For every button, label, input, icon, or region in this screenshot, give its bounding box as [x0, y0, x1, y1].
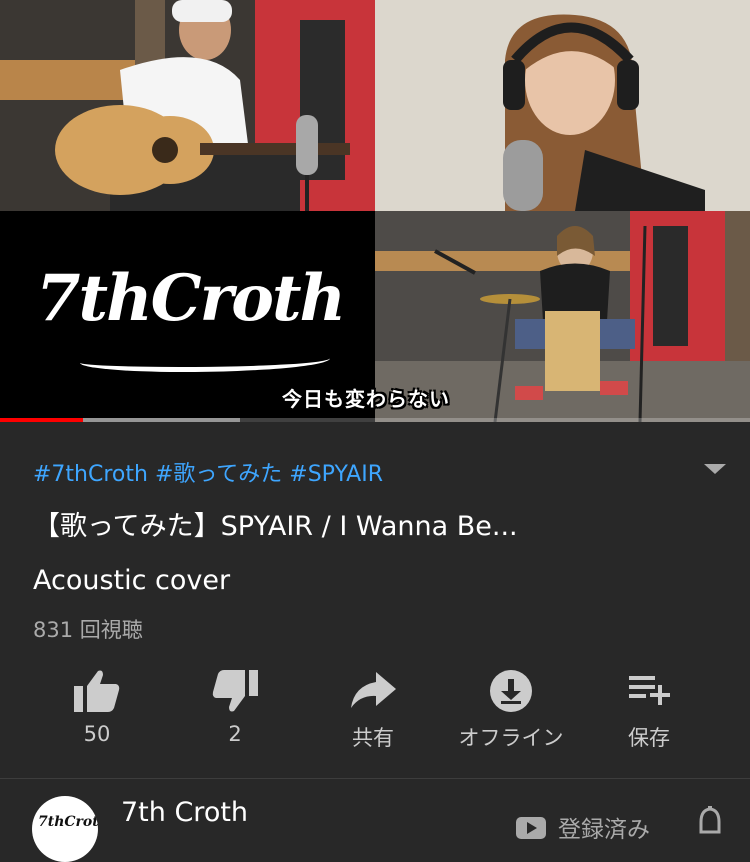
channel-avatar[interactable]: 7thCroth: [32, 796, 98, 862]
subscribed-button[interactable]: 登録済み: [558, 810, 650, 844]
avatar-logo-text: 7thCroth: [38, 814, 98, 830]
download-icon: [490, 670, 532, 712]
like-button[interactable]: 50: [28, 664, 166, 754]
guitarist-scene: [0, 0, 375, 211]
logo-swoosh: [80, 349, 330, 372]
video-subtitle: Acoustic cover: [33, 565, 231, 596]
expand-description-icon[interactable]: [704, 464, 726, 474]
logo-wordmark: 7thCroth: [36, 261, 346, 336]
video-tile-guitarist: [0, 0, 375, 211]
vocalist-scene: [375, 0, 750, 211]
video-title[interactable]: 【歌ってみた】SPYAIR / I Wanna Be...: [33, 504, 518, 543]
action-bar: 50 2 共有 オフライン 保存: [28, 664, 718, 754]
thumbs-up-icon: [74, 670, 120, 712]
progress-played: [0, 418, 83, 422]
dislike-count: 2: [228, 722, 242, 746]
offline-label: オフライン: [458, 726, 564, 750]
bell-icon[interactable]: [697, 806, 723, 838]
save-button[interactable]: 保存: [580, 664, 718, 754]
save-label: 保存: [628, 726, 670, 750]
channel-name[interactable]: 7th Croth: [121, 797, 248, 828]
like-count: 50: [83, 722, 111, 746]
offline-button[interactable]: オフライン: [442, 664, 580, 754]
share-button[interactable]: 共有: [304, 664, 442, 754]
section-divider: [0, 778, 750, 779]
subscriptions-icon: [516, 817, 546, 839]
dislike-button[interactable]: 2: [166, 664, 304, 754]
playlist-add-icon: [629, 676, 670, 705]
video-caption: 今日も変わらない: [282, 387, 450, 411]
thumbs-down-icon: [212, 670, 258, 712]
video-player[interactable]: 7thCroth 今日も変わらない: [0, 0, 750, 422]
video-progress-bar[interactable]: [0, 418, 750, 422]
share-icon: [351, 672, 396, 708]
video-tile-vocalist: [375, 0, 750, 211]
view-count: 831 回視聴: [33, 618, 143, 642]
share-label: 共有: [352, 726, 394, 750]
video-hashtags[interactable]: #7thCroth #歌ってみた #SPYAIR: [33, 456, 383, 488]
